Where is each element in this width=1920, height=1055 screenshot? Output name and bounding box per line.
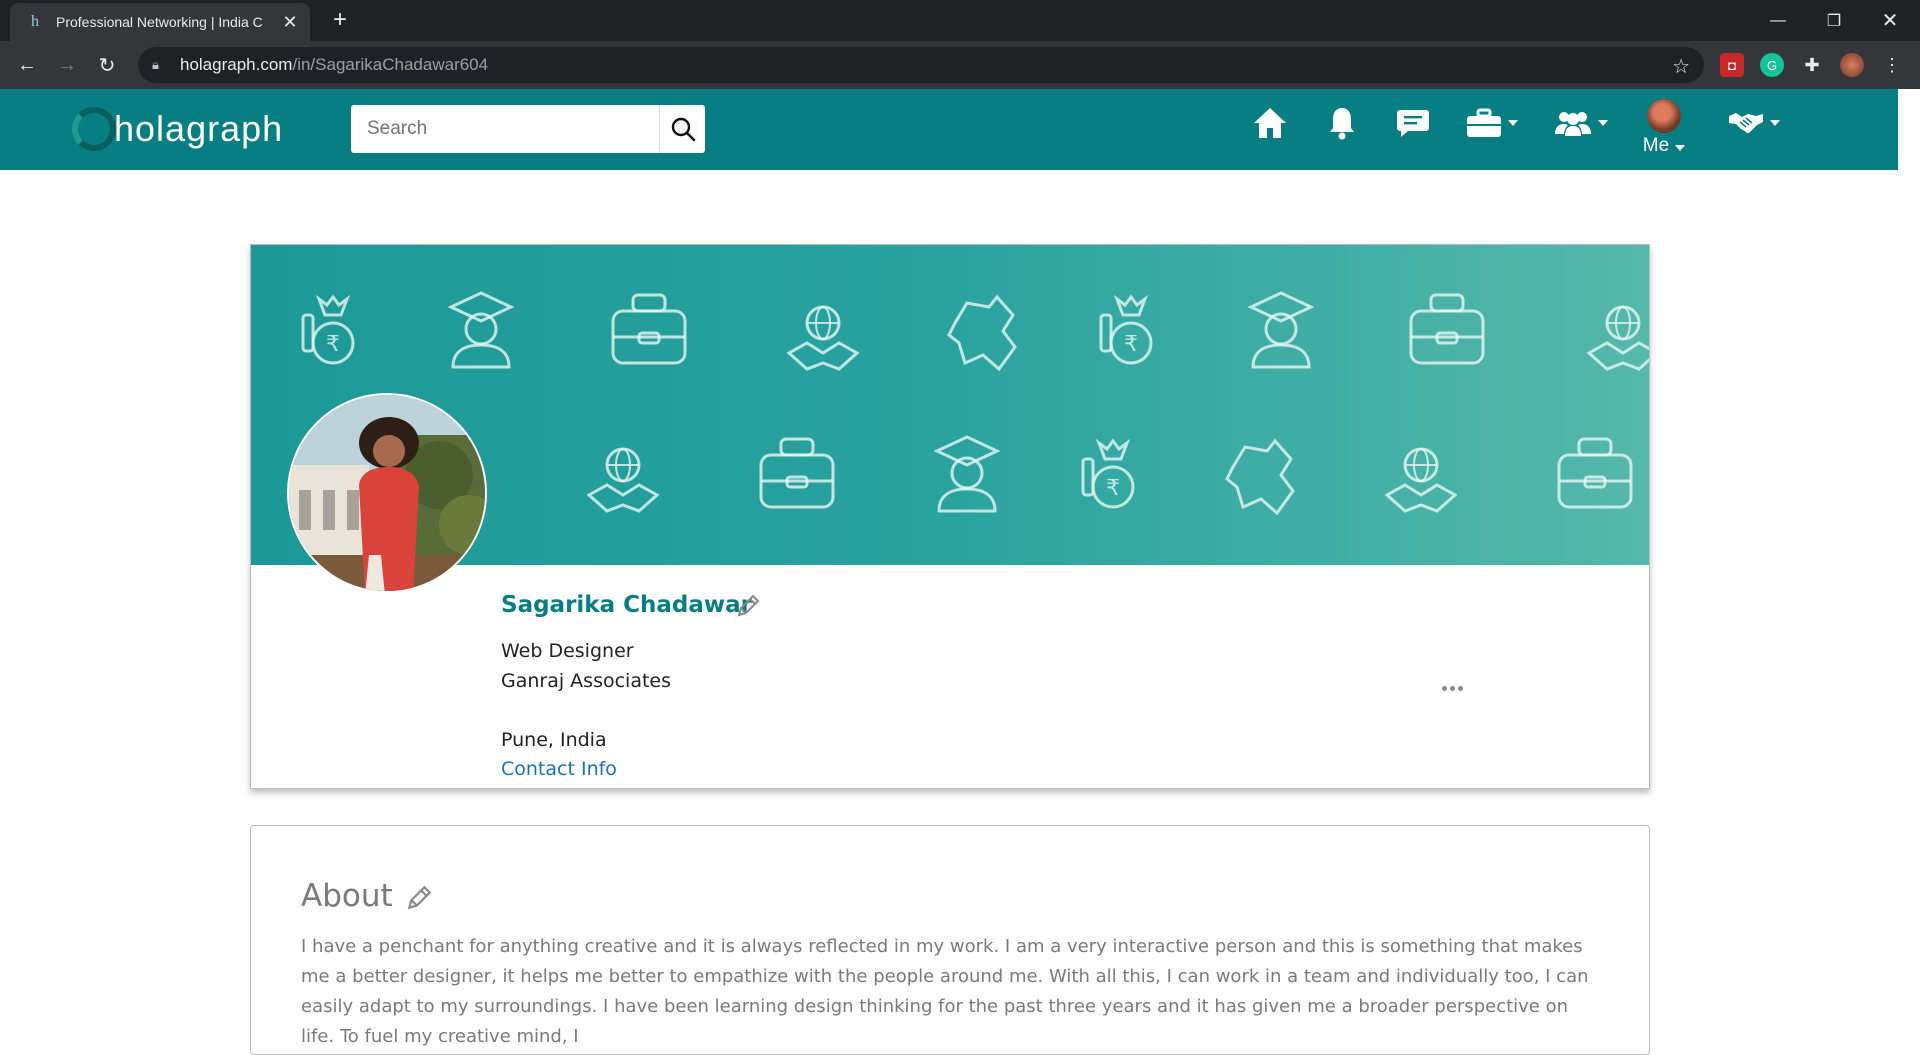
forward-icon[interactable]: → <box>52 50 82 80</box>
extension-pocket-icon[interactable]: ◘ <box>1720 53 1744 77</box>
url-host: holagraph.com <box>180 55 293 74</box>
nav-notifications[interactable] <box>1328 103 1356 143</box>
more-icon[interactable] <box>1442 686 1463 691</box>
extensions-puzzle-icon[interactable]: ✚ <box>1800 53 1824 77</box>
browser-menu-icon[interactable]: ⋮ <box>1880 53 1904 77</box>
app-header: holagraph Me <box>0 89 1898 170</box>
back-icon[interactable]: ← <box>12 50 42 80</box>
edit-profile-button[interactable] <box>735 593 761 624</box>
browser-toolbar: ← → ↻ 🔒︎ holagraph.com/in/SagarikaChadaw… <box>0 41 1920 89</box>
favicon: h <box>31 13 39 30</box>
nav-home[interactable] <box>1252 103 1288 143</box>
logo-mark-icon <box>72 107 116 151</box>
about-section: About I have a penchant for anything cre… <box>250 825 1650 1055</box>
profile-company: Ganraj Associates <box>501 670 672 692</box>
restore-icon[interactable]: ❐ <box>1804 0 1864 41</box>
nav-me[interactable]: Me <box>1640 99 1688 157</box>
search-input[interactable] <box>351 105 659 153</box>
address-bar[interactable]: 🔒︎ holagraph.com/in/SagarikaChadawar604 … <box>138 47 1704 83</box>
profile-photo-image <box>289 395 485 591</box>
extension-grammarly-icon[interactable]: G <box>1760 53 1784 77</box>
profile-name: Sagarika Chadawar <box>501 592 752 618</box>
profile-avatar-icon[interactable] <box>1840 53 1864 77</box>
about-title: About <box>301 878 393 914</box>
browser-tab-bar: h Professional Networking | India C ✕ + … <box>0 0 1920 41</box>
search-icon <box>671 117 695 142</box>
chevron-down-icon <box>1598 120 1608 126</box>
nav-jobs[interactable] <box>1466 103 1518 143</box>
tab-close-icon[interactable]: ✕ <box>280 12 300 33</box>
handshake-icon <box>1729 113 1763 134</box>
edit-about-button[interactable] <box>405 884 433 917</box>
tab-title: Professional Networking | India C <box>56 14 263 30</box>
search-button[interactable] <box>659 105 705 153</box>
briefcase-icon <box>1467 108 1501 137</box>
url-path: /in/SagarikaChadawar604 <box>292 55 489 74</box>
avatar <box>1647 99 1681 133</box>
logo-text: holagraph <box>114 108 284 149</box>
chevron-down-icon <box>1770 120 1780 126</box>
nav-messages[interactable] <box>1396 103 1430 143</box>
me-label: Me <box>1642 135 1670 156</box>
lock-icon: 🔒︎ <box>152 57 159 72</box>
pencil-icon <box>407 885 432 910</box>
browser-tab[interactable]: h Professional Networking | India C ✕ <box>10 3 310 41</box>
window-close-icon[interactable]: ✕ <box>1860 0 1920 41</box>
logo[interactable]: holagraph <box>72 107 283 151</box>
pencil-icon <box>737 594 760 617</box>
chevron-down-icon <box>1508 120 1518 126</box>
contact-info-link[interactable]: Contact Info <box>501 758 617 780</box>
people-icon <box>1555 112 1591 136</box>
chevron-down-icon <box>1675 145 1686 151</box>
profile-location: Pune, India <box>501 729 607 751</box>
minimize-icon[interactable]: — <box>1748 0 1808 41</box>
profile-photo[interactable] <box>287 393 487 593</box>
new-tab-icon[interactable]: + <box>326 6 354 34</box>
profile-headline: Web Designer <box>501 640 634 662</box>
nav-network[interactable] <box>1554 103 1608 143</box>
profile-card: ₹ <box>250 244 1650 789</box>
search-box <box>351 105 705 153</box>
nav-business[interactable] <box>1728 103 1780 143</box>
chat-icon <box>1397 110 1429 137</box>
bookmark-star-icon[interactable]: ☆ <box>1672 54 1690 79</box>
home-icon <box>1254 108 1286 138</box>
about-text: I have a penchant for anything creative … <box>301 936 1589 1047</box>
bell-icon <box>1330 108 1354 140</box>
reload-icon[interactable]: ↻ <box>92 50 122 80</box>
